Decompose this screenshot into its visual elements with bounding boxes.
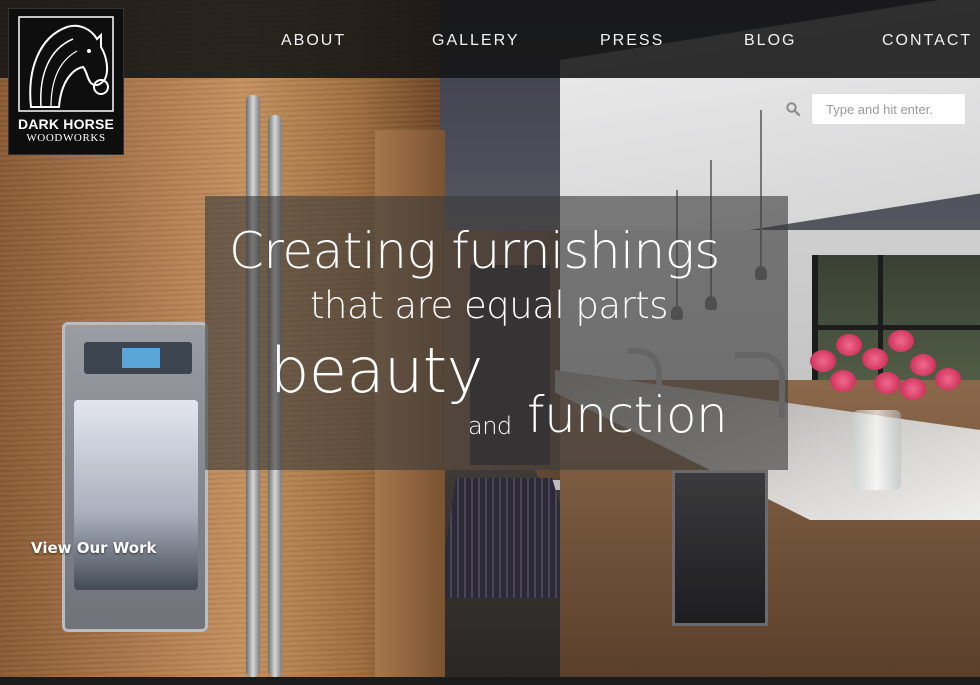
- brand-subname: WOODWORKS: [26, 132, 106, 144]
- horse-head-icon: [18, 16, 114, 112]
- water-dispenser: [62, 322, 208, 632]
- brand-logo[interactable]: DARK HORSE WOODWORKS: [8, 8, 124, 155]
- nav-gallery[interactable]: GALLERY: [432, 32, 520, 50]
- brand-name: DARK HORSE: [17, 116, 115, 132]
- tagline-word-beauty: beauty: [270, 334, 483, 407]
- tagline-overlay: Creating furnishings that are equal part…: [205, 196, 788, 470]
- nav-blog[interactable]: BLOG: [744, 32, 796, 50]
- nav-press[interactable]: PRESS: [600, 32, 664, 50]
- nav-about[interactable]: ABOUT: [281, 32, 346, 50]
- tagline-line-1: Creating furnishings: [229, 222, 720, 280]
- tagline-word-and: and: [468, 412, 512, 440]
- search-icon[interactable]: [786, 102, 801, 121]
- warming-drawer: [672, 470, 768, 626]
- flower-bouquet: [800, 320, 970, 430]
- search-input[interactable]: [811, 93, 966, 125]
- bottom-strip: [0, 677, 980, 685]
- tagline-line-2: that are equal parts: [310, 284, 669, 327]
- tagline-word-function: function: [527, 386, 728, 444]
- nav-contact[interactable]: CONTACT: [882, 32, 972, 50]
- view-our-work-link[interactable]: View Our Work: [31, 539, 156, 557]
